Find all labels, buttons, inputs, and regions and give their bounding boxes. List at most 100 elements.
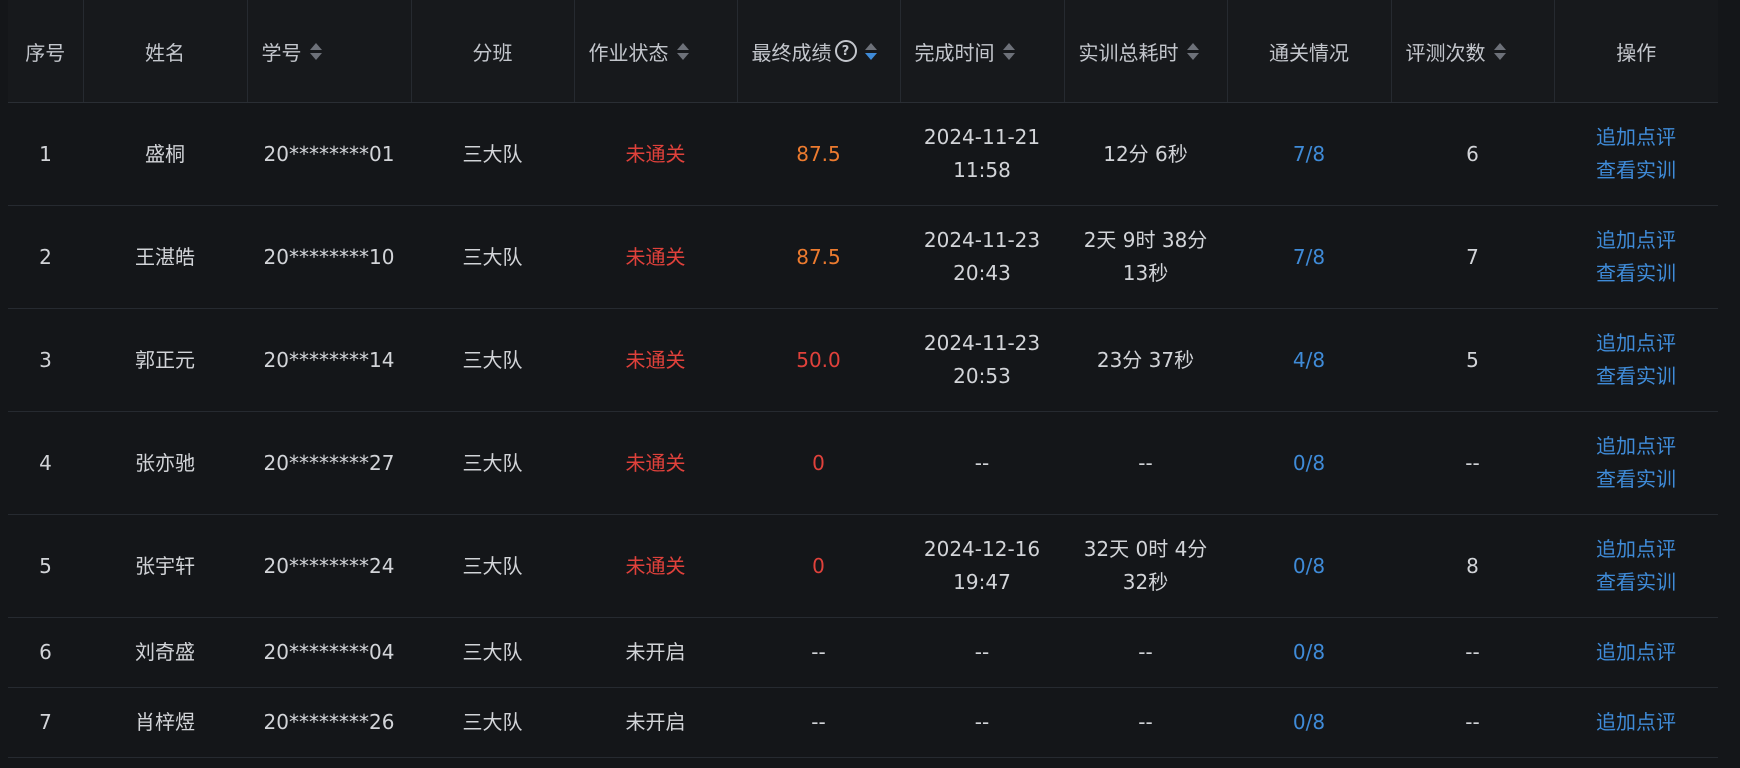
view-training-link[interactable]: 查看实训 — [1596, 257, 1676, 290]
column-header-label: 最终成绩 — [751, 40, 832, 65]
evaluation-count: 5 — [1391, 308, 1554, 412]
view-training-link[interactable]: 查看实训 — [1596, 154, 1676, 187]
sort-icon[interactable] — [1186, 42, 1199, 60]
column-header-label: 操作 — [1616, 40, 1657, 65]
student-id: 20********10 — [247, 205, 411, 309]
sort-descending-icon[interactable] — [864, 52, 877, 60]
class-group: 三大队 — [411, 687, 574, 758]
row-index: 6 — [8, 617, 83, 688]
duration-line: 32秒 — [1122, 570, 1169, 594]
finish-time-line: 2024-11-23 — [923, 228, 1041, 252]
sort-icon[interactable] — [864, 42, 877, 60]
class-group: 三大队 — [411, 205, 574, 309]
add-comment-link[interactable]: 追加点评 — [1596, 706, 1676, 739]
row-index: 3 — [8, 308, 83, 412]
actions-group: 追加点评 查看实训 — [1554, 430, 1718, 496]
actions-group: 追加点评 — [1554, 636, 1718, 669]
homework-status: 未开启 — [574, 617, 737, 688]
column-header-wrap: 实训总耗时 — [1065, 0, 1227, 102]
duration-line: 12分 6秒 — [1103, 141, 1188, 166]
sort-icon[interactable] — [676, 42, 689, 60]
sort-descending-icon[interactable] — [1002, 52, 1015, 60]
student-homework-table: 序号 姓名 学号 分班 作业状态 最终成绩? 完成时间 实训总耗时 通关情况 评测次数 操作 1 盛桐… — [8, 0, 1718, 758]
student-id: 20********26 — [247, 687, 411, 758]
column-header-label: 姓名 — [145, 40, 185, 65]
add-comment-link[interactable]: 追加点评 — [1596, 121, 1676, 154]
column-header-evals[interactable]: 评测次数 — [1391, 0, 1555, 103]
column-header-finish_time[interactable]: 完成时间 — [900, 0, 1065, 103]
class-group: 三大队 — [411, 102, 574, 206]
add-comment-link[interactable]: 追加点评 — [1596, 430, 1676, 463]
student-name: 盛桐 — [83, 102, 247, 206]
training-duration: 32天 0时 4分 32秒 — [1064, 514, 1227, 618]
training-duration: -- — [1064, 411, 1227, 515]
finish-time: 2024-11-23 20:53 — [900, 308, 1064, 412]
view-training-link[interactable]: 查看实训 — [1596, 463, 1676, 496]
actions-group: 追加点评 查看实训 — [1554, 533, 1718, 599]
row-actions: 追加点评 查看实训 — [1554, 514, 1718, 618]
column-header-label: 分班 — [472, 40, 513, 65]
final-score: 0 — [737, 411, 900, 515]
row-actions: 追加点评 — [1554, 617, 1718, 688]
sort-descending-icon[interactable] — [1493, 52, 1506, 60]
sort-icon[interactable] — [309, 42, 322, 60]
column-header-wrap: 姓名 — [84, 0, 247, 102]
student-id: 20********04 — [247, 617, 411, 688]
add-comment-link[interactable]: 追加点评 — [1596, 224, 1676, 257]
add-comment-link[interactable]: 追加点评 — [1596, 636, 1676, 669]
homework-status: 未通关 — [574, 205, 737, 309]
class-group: 三大队 — [411, 411, 574, 515]
sort-icon[interactable] — [1002, 42, 1015, 60]
finish-time-line: 2024-12-16 — [923, 537, 1041, 561]
pass-status[interactable]: 7/8 — [1227, 205, 1391, 309]
sort-ascending-icon[interactable] — [864, 42, 877, 50]
sort-ascending-icon[interactable] — [1186, 42, 1199, 50]
column-header-student_id[interactable]: 学号 — [247, 0, 412, 103]
pass-status[interactable]: 7/8 — [1227, 102, 1391, 206]
sort-descending-icon[interactable] — [1186, 52, 1199, 60]
finish-time-line: 2024-11-21 — [923, 125, 1041, 149]
row-index: 2 — [8, 205, 83, 309]
training-duration: 2天 9时 38分 13秒 — [1064, 205, 1227, 309]
sort-descending-icon[interactable] — [676, 52, 689, 60]
pass-status[interactable]: 0/8 — [1227, 411, 1391, 515]
finish-time: 2024-12-16 19:47 — [900, 514, 1064, 618]
add-comment-link[interactable]: 追加点评 — [1596, 327, 1676, 360]
sort-descending-icon[interactable] — [309, 52, 322, 60]
column-header-wrap: 通关情况 — [1228, 0, 1391, 102]
column-header-wrap: 分班 — [412, 0, 574, 102]
sort-ascending-icon[interactable] — [1002, 42, 1015, 50]
homework-status: 未通关 — [574, 411, 737, 515]
add-comment-link[interactable]: 追加点评 — [1596, 533, 1676, 566]
training-duration: 12分 6秒 — [1064, 102, 1227, 206]
evaluation-count: -- — [1391, 617, 1554, 688]
student-id: 20********14 — [247, 308, 411, 412]
column-header-score[interactable]: 最终成绩? — [737, 0, 901, 103]
column-header-duration[interactable]: 实训总耗时 — [1064, 0, 1228, 103]
column-header-wrap: 作业状态 — [575, 0, 737, 102]
view-training-link[interactable]: 查看实训 — [1596, 566, 1676, 599]
pass-status[interactable]: 0/8 — [1227, 514, 1391, 618]
column-header-name: 姓名 — [83, 0, 248, 103]
finish-time: -- — [900, 617, 1064, 688]
sort-icon[interactable] — [1493, 42, 1506, 60]
student-id: 20********24 — [247, 514, 411, 618]
column-header-label: 作业状态 — [588, 40, 669, 65]
finish-time-line: 20:53 — [953, 364, 1011, 388]
help-circle-icon[interactable]: ? — [834, 40, 857, 62]
column-header-label: 序号 — [25, 40, 66, 65]
column-header-status[interactable]: 作业状态 — [574, 0, 738, 103]
column-header-ops: 操作 — [1554, 0, 1718, 103]
view-training-link[interactable]: 查看实训 — [1596, 360, 1676, 393]
final-score: -- — [737, 687, 900, 758]
student-id: 20********01 — [247, 102, 411, 206]
sort-ascending-icon[interactable] — [309, 42, 322, 50]
pass-status[interactable]: 0/8 — [1227, 687, 1391, 758]
row-actions: 追加点评 查看实训 — [1554, 411, 1718, 515]
pass-status[interactable]: 4/8 — [1227, 308, 1391, 412]
sort-ascending-icon[interactable] — [1493, 42, 1506, 50]
column-header-pass: 通关情况 — [1227, 0, 1392, 103]
duration-line: 23分 37秒 — [1096, 347, 1195, 372]
pass-status[interactable]: 0/8 — [1227, 617, 1391, 688]
sort-ascending-icon[interactable] — [676, 42, 689, 50]
